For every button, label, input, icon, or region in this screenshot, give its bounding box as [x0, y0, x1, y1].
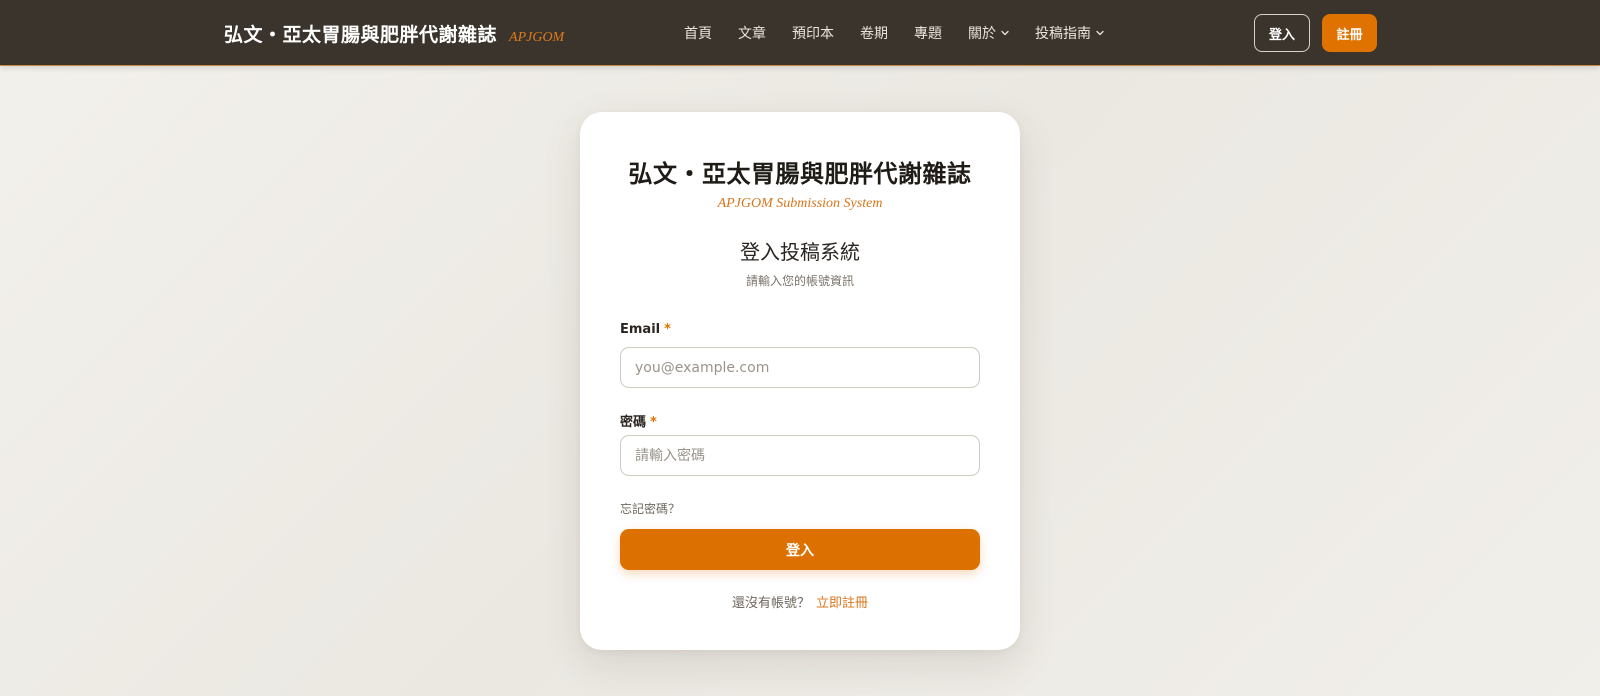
main-nav: 首頁 文章 預印本 卷期 專題 關於 投稿指南	[684, 23, 1130, 43]
nav-item-submission-guide[interactable]: 投稿指南	[1035, 23, 1104, 43]
nav-item-preprints[interactable]: 預印本	[792, 23, 834, 43]
nav-item-home[interactable]: 首頁	[684, 23, 712, 43]
nav-item-label: 專題	[914, 26, 942, 42]
login-card: 弘文・亞太胃腸與肥胖代謝雜誌 APJGOM Submission System …	[580, 112, 1020, 650]
submit-login-button[interactable]: 登入	[620, 529, 980, 570]
login-heading: 登入投稿系統	[740, 240, 860, 264]
required-mark: *	[664, 322, 671, 337]
register-button[interactable]: 註冊	[1322, 14, 1377, 52]
chevron-down-icon	[1096, 30, 1104, 36]
nav-item-label: 卷期	[860, 26, 888, 42]
nav-item-label: 投稿指南	[1035, 26, 1091, 42]
no-account-text: 還沒有帳號？	[731, 596, 810, 611]
required-mark: *	[650, 415, 657, 430]
nav-item-issues[interactable]: 卷期	[860, 23, 888, 43]
nav-item-about[interactable]: 關於	[968, 23, 1009, 43]
journal-title: 弘文・亞太胃腸與肥胖代謝雜誌	[628, 159, 972, 188]
brand[interactable]: 弘文・亞太胃腸與肥胖代謝雜誌 APJGOM	[224, 20, 564, 47]
password-label: 密碼 *	[620, 411, 657, 430]
nav-item-label: 首頁	[684, 26, 712, 42]
register-prompt: 還沒有帳號？ 立即註冊	[580, 592, 1020, 611]
chevron-down-icon	[1001, 30, 1009, 36]
password-label-text: 密碼	[620, 415, 647, 430]
register-now-link[interactable]: 立即註冊	[816, 596, 868, 611]
nav-item-label: 預印本	[792, 26, 834, 42]
login-button[interactable]: 登入	[1254, 14, 1310, 52]
email-field[interactable]	[620, 347, 980, 388]
email-label-text: Email	[620, 322, 661, 337]
nav-item-articles[interactable]: 文章	[738, 23, 766, 43]
nav-item-special-topics[interactable]: 專題	[914, 23, 942, 43]
top-navbar: 弘文・亞太胃腸與肥胖代謝雜誌 APJGOM 首頁 文章 預印本 卷期 專題 關於…	[0, 0, 1600, 66]
nav-item-label: 關於	[968, 26, 996, 42]
brand-abbreviation[interactable]: APJGOM	[509, 30, 564, 46]
email-label: Email *	[620, 322, 671, 337]
forgot-password-link[interactable]: 忘記密碼？	[620, 500, 680, 517]
system-subtitle: APJGOM Submission System	[717, 196, 883, 211]
nav-item-label: 文章	[738, 26, 766, 42]
brand-title[interactable]: 弘文・亞太胃腸與肥胖代謝雜誌	[224, 20, 497, 47]
login-hint: 請輸入您的帳號資訊	[745, 274, 854, 288]
password-field[interactable]	[620, 435, 980, 476]
